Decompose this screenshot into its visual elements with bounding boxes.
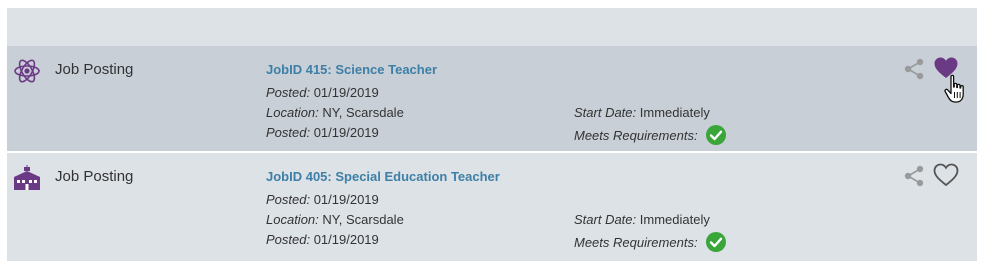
posted-label-2: Posted: xyxy=(266,232,311,247)
check-circle-icon xyxy=(706,125,727,145)
start-date-value: Immediately xyxy=(636,212,710,227)
meets-requirements-label: Meets Requirements: xyxy=(574,235,698,250)
posted-value-2: 01/19/2019 xyxy=(310,232,379,247)
posted-value: 01/19/2019 xyxy=(310,192,379,207)
location-value: NY, Scarsdale xyxy=(318,212,404,227)
start-date-label: Start Date: xyxy=(574,212,637,227)
posted-line-2: Posted: 01/19/2019 xyxy=(266,232,379,247)
postings-panel: Job Posting JobID 415: Science Teacher P… xyxy=(7,8,977,261)
posted-value: 01/19/2019 xyxy=(310,85,379,100)
hand-pointer-cursor-icon xyxy=(942,73,970,107)
posted-value-2: 01/19/2019 xyxy=(310,125,379,140)
posting-type-label: Job Posting xyxy=(55,168,134,185)
location-line: Location: NY, Scarsdale xyxy=(266,212,404,227)
heart-outline-icon[interactable] xyxy=(933,163,959,187)
school-building-icon xyxy=(13,165,41,191)
meets-requirements-line: Meets Requirements: xyxy=(574,125,727,145)
posting-row-415[interactable]: Job Posting JobID 415: Science Teacher P… xyxy=(7,46,977,151)
location-line: Location: NY, Scarsdale xyxy=(266,105,404,120)
posted-label: Posted: xyxy=(266,85,311,100)
start-date-line: Start Date: Immediately xyxy=(574,212,710,227)
posted-label: Posted: xyxy=(266,192,311,207)
atom-icon xyxy=(13,58,41,84)
posted-label-2: Posted: xyxy=(266,125,311,140)
posted-line: Posted: 01/19/2019 xyxy=(266,85,379,100)
meets-requirements-line: Meets Requirements: xyxy=(574,232,727,252)
meets-requirements-label: Meets Requirements: xyxy=(574,128,698,143)
start-date-value: Immediately xyxy=(636,105,710,120)
share-icon[interactable] xyxy=(903,58,925,80)
location-label: Location: xyxy=(266,212,319,227)
posting-row-405[interactable]: Job Posting JobID 405: Special Education… xyxy=(7,153,977,258)
posted-line: Posted: 01/19/2019 xyxy=(266,192,379,207)
start-date-line: Start Date: Immediately xyxy=(574,105,710,120)
job-title-link[interactable]: JobID 405: Special Education Teacher xyxy=(266,169,500,184)
location-label: Location: xyxy=(266,105,319,120)
job-title-link[interactable]: JobID 415: Science Teacher xyxy=(266,62,437,77)
share-icon[interactable] xyxy=(903,165,925,187)
check-circle-icon xyxy=(706,232,727,252)
posting-type-label: Job Posting xyxy=(55,61,134,78)
start-date-label: Start Date: xyxy=(574,105,637,120)
location-value: NY, Scarsdale xyxy=(318,105,404,120)
posted-line-2: Posted: 01/19/2019 xyxy=(266,125,379,140)
